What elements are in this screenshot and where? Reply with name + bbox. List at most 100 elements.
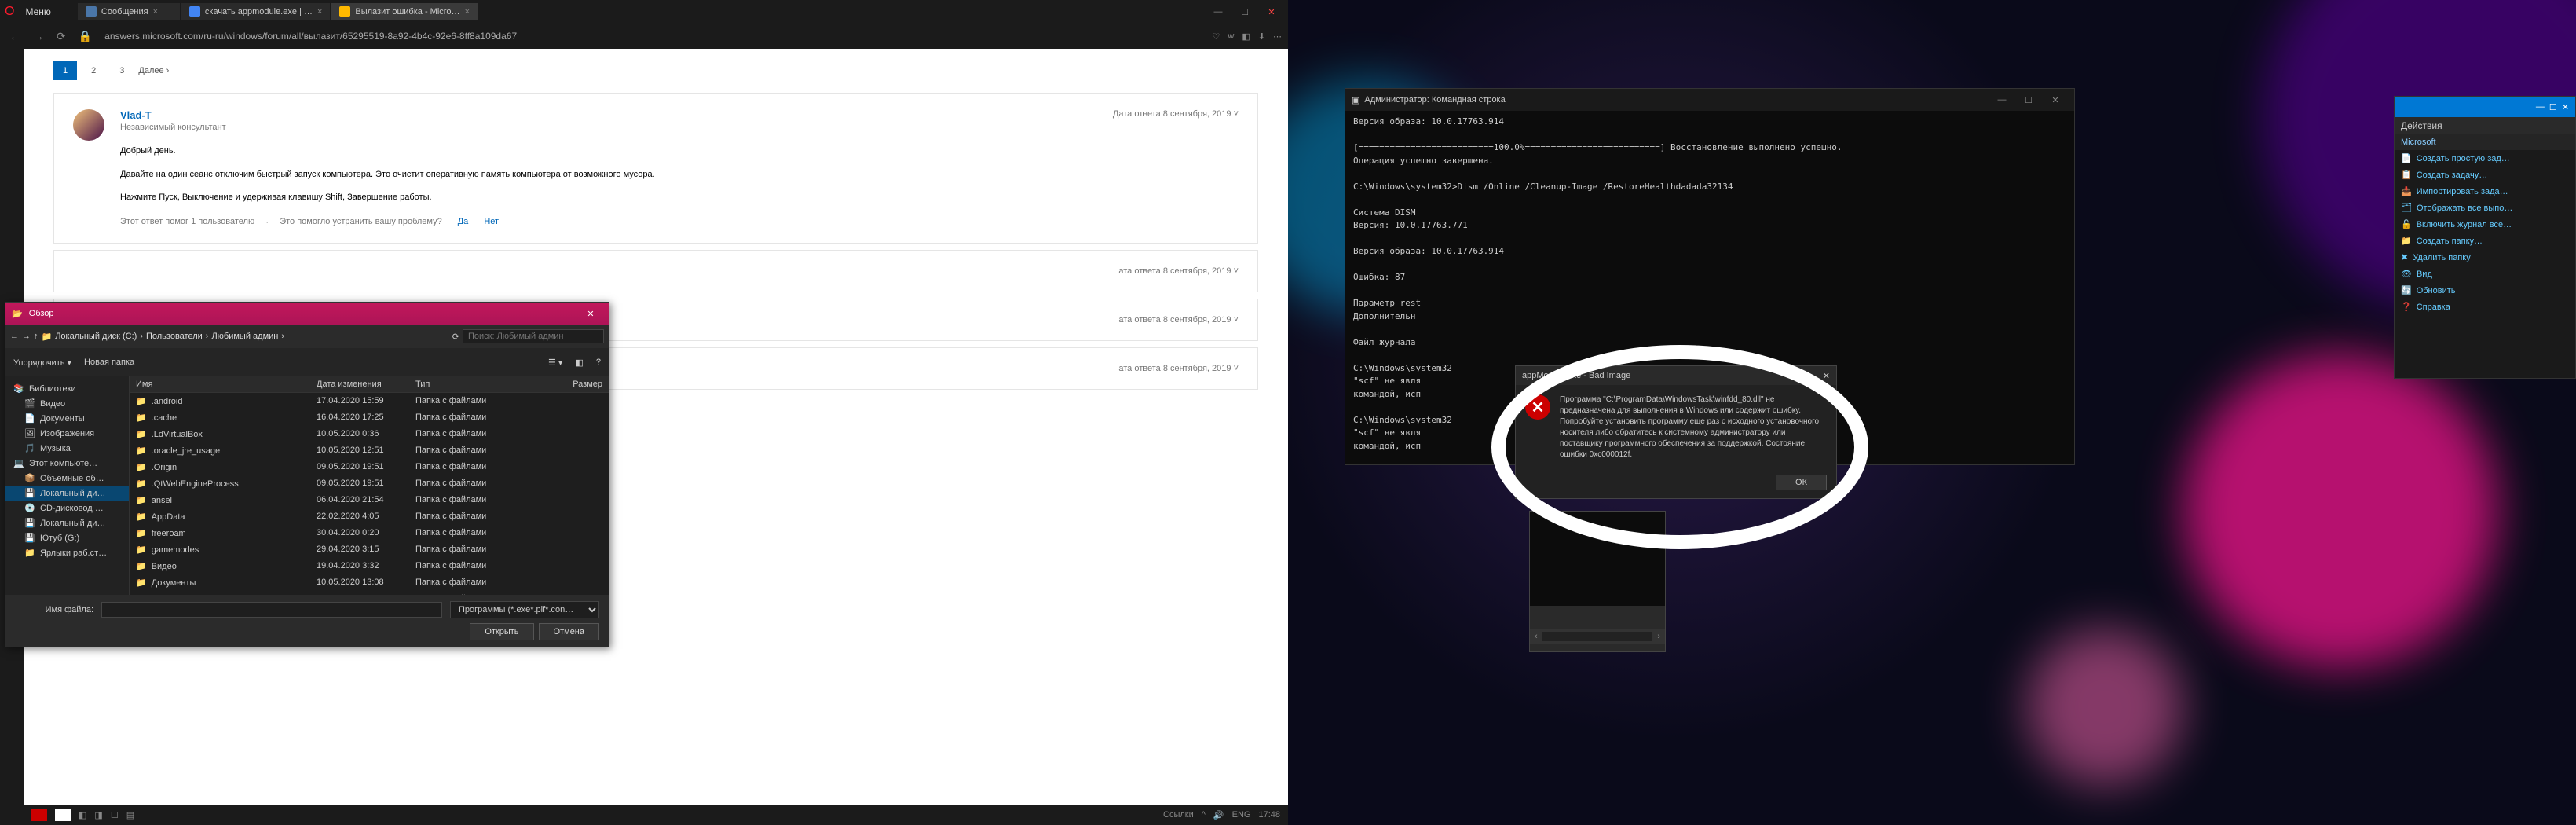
close-icon[interactable]: × [465, 7, 470, 16]
preview-icon[interactable]: ◧ [575, 358, 583, 368]
list-item[interactable]: 📁.QtWebEngineProcess09.05.2020 19:51Папк… [130, 475, 609, 492]
tree-item[interactable]: 💾Локальный ди… [5, 515, 129, 530]
forward-icon[interactable]: → [22, 332, 31, 341]
list-item[interactable]: 📁.android17.04.2020 15:59Папка с файлами [130, 393, 609, 409]
taskbar-item[interactable]: ◧ [79, 810, 86, 820]
list-item[interactable]: 📁gamemodes29.04.2020 3:15Папка с файлами [130, 541, 609, 558]
list-item[interactable]: 📁.LdVirtualBox10.05.2020 0:36Папка с фай… [130, 426, 609, 442]
close-icon[interactable]: ✕ [579, 309, 602, 319]
cancel-button[interactable]: Отмена [539, 623, 599, 640]
tree-item[interactable]: 💻Этот компьюте… [5, 456, 129, 471]
reload-icon[interactable]: ⟳ [53, 30, 69, 43]
taskview-thumbnail[interactable]: ‹ › [1529, 511, 1666, 652]
taskbar-item[interactable]: ☐ [111, 810, 119, 820]
easy-icon[interactable]: ⋯ [1273, 31, 1282, 42]
scroll-right-icon[interactable]: › [1652, 632, 1665, 641]
maximize-icon[interactable]: ☐ [2016, 95, 2041, 105]
tree-item[interactable]: 📚Библиотеки [5, 381, 129, 396]
minimize-icon[interactable]: ― [2536, 102, 2545, 112]
open-button[interactable]: Открыть [470, 623, 533, 640]
tree-item[interactable]: 💿CD-дисковод … [5, 500, 129, 515]
close-icon[interactable]: × [317, 7, 322, 16]
yes-link[interactable]: Да [458, 217, 469, 226]
back-icon[interactable]: ← [6, 30, 24, 42]
page-link[interactable]: 3 [110, 61, 134, 80]
newfolder-button[interactable]: Новая папка [84, 358, 134, 367]
taskbar-item[interactable]: ◨ [94, 810, 102, 820]
search-input[interactable] [463, 329, 604, 343]
tree-item[interactable]: 🎬Видео [5, 396, 129, 411]
action-item[interactable]: ❓Справка [2395, 299, 2575, 315]
taskbar-item[interactable] [55, 808, 71, 821]
action-item[interactable]: ✖Удалить папку [2395, 249, 2575, 266]
action-item[interactable]: 🔄Обновить [2395, 282, 2575, 299]
list-item[interactable]: 📁Видео19.04.2020 3:32Папка с файлами [130, 558, 609, 574]
filter-select[interactable]: Программы (*.exe*.pif*.con… [450, 601, 599, 618]
folder-tree[interactable]: 📚Библиотеки🎬Видео📄Документы🖼Изображения🎵… [5, 376, 130, 595]
page-link[interactable]: 1 [53, 61, 77, 80]
action-item[interactable]: 🔓Включить журнал все… [2395, 216, 2575, 233]
author-name[interactable]: Vlad-T [120, 109, 1239, 121]
tray-icon[interactable]: ^ [1202, 810, 1206, 820]
links-label[interactable]: Ссылки [1163, 810, 1194, 820]
list-item[interactable]: 📁ansel06.04.2020 21:54Папка с файлами [130, 492, 609, 508]
lang-indicator[interactable]: ENG [1232, 810, 1251, 820]
list-item[interactable]: 📁.cache16.04.2020 17:25Папка с файлами [130, 409, 609, 426]
dialog-titlebar[interactable]: appModule.exe - Bad Image ✕ [1516, 366, 1836, 385]
tree-item[interactable]: 🖼Изображения [5, 426, 129, 441]
tree-item[interactable]: 💾Ютуб (G:) [5, 530, 129, 545]
tree-item[interactable]: 📄Документы [5, 411, 129, 426]
taskbar[interactable]: ◧ ◨ ☐ ▤ Ссылки ^ 🔊 ENG 17:48 [24, 805, 1288, 825]
ok-button[interactable]: ОК [1776, 475, 1827, 490]
menu-button[interactable]: Меню [19, 3, 57, 20]
close-icon[interactable]: ✕ [2043, 95, 2068, 105]
browser-tab[interactable]: Сообщения× [78, 3, 180, 20]
browser-tab[interactable]: Вылазит ошибка - Micro…× [331, 3, 478, 20]
list-item[interactable]: 📁.oracle_jre_usage10.05.2020 12:51Папка … [130, 442, 609, 459]
scrollbar[interactable]: ‹ › [1530, 629, 1665, 644]
maximize-icon[interactable]: ☐ [2549, 102, 2557, 112]
list-item[interactable]: 📁.Origin09.05.2020 19:51Папка с файлами [130, 459, 609, 475]
filename-input[interactable] [101, 602, 442, 618]
close-icon[interactable]: × [153, 7, 158, 16]
close-icon[interactable]: ✕ [1260, 4, 1283, 20]
vk-icon[interactable]: w [1228, 31, 1234, 42]
list-item[interactable]: 📁freeroam30.04.2020 0:20Папка с файлами [130, 525, 609, 541]
list-item[interactable]: 📁AppData22.02.2020 4:05Папка с файлами [130, 508, 609, 525]
tree-item[interactable]: 🎵Музыка [5, 441, 129, 456]
action-item[interactable]: 📥Импортировать зада… [2395, 183, 2575, 200]
tree-item[interactable]: 📁Ярлыки раб.ст… [5, 545, 129, 560]
close-icon[interactable]: ✕ [2562, 102, 2569, 112]
help-icon[interactable]: ? [596, 358, 601, 367]
organize-button[interactable]: Упорядочить ▾ [13, 358, 71, 368]
breadcrumb[interactable]: Локальный диск (C:)› Пользователи› Любим… [55, 332, 449, 341]
taskbar-item[interactable] [31, 808, 47, 821]
tree-item[interactable]: 📦Объемные об… [5, 471, 129, 486]
download-icon[interactable]: ⬇ [1258, 31, 1265, 42]
window-titlebar[interactable]: ▣ Администратор: Командная строка ―☐✕ [1345, 89, 2074, 111]
action-item[interactable]: 📄Создать простую зад… [2395, 150, 2575, 167]
action-item[interactable]: 📁Создать папку… [2395, 233, 2575, 249]
clock[interactable]: 17:48 [1258, 810, 1280, 820]
list-item[interactable]: 📁Документы10.05.2020 13:08Папка с файлам… [130, 574, 609, 591]
dialog-titlebar[interactable]: 📂 Обзор ✕ [5, 302, 609, 324]
no-link[interactable]: Нет [484, 217, 499, 226]
tray-icon[interactable]: 🔊 [1213, 810, 1224, 820]
action-item[interactable]: 📋Создать задачу… [2395, 167, 2575, 183]
refresh-icon[interactable]: ⟳ [452, 332, 459, 342]
back-icon[interactable]: ← [10, 332, 19, 341]
close-icon[interactable]: ✕ [1823, 371, 1830, 381]
window-thumbnail[interactable] [1530, 512, 1665, 606]
page-link[interactable]: 2 [82, 61, 105, 80]
up-icon[interactable]: ↑ [34, 332, 38, 341]
url-input[interactable]: answers.microsoft.com/ru-ru/windows/foru… [101, 28, 1206, 45]
action-item[interactable]: 🗂Отображать все выпо… [2395, 200, 2575, 216]
action-item[interactable]: 👁Вид [2395, 266, 2575, 282]
ext-icon[interactable]: ◧ [1242, 31, 1250, 42]
view-icon[interactable]: ☰ ▾ [548, 358, 562, 368]
scroll-left-icon[interactable]: ‹ [1530, 632, 1542, 641]
window-titlebar[interactable]: ― ☐ ✕ [2395, 97, 2575, 117]
vpn-icon[interactable]: ♡ [1213, 31, 1220, 42]
tree-item[interactable]: 💾Локальный ди… [5, 486, 129, 500]
taskbar-item[interactable]: ▤ [126, 810, 134, 820]
